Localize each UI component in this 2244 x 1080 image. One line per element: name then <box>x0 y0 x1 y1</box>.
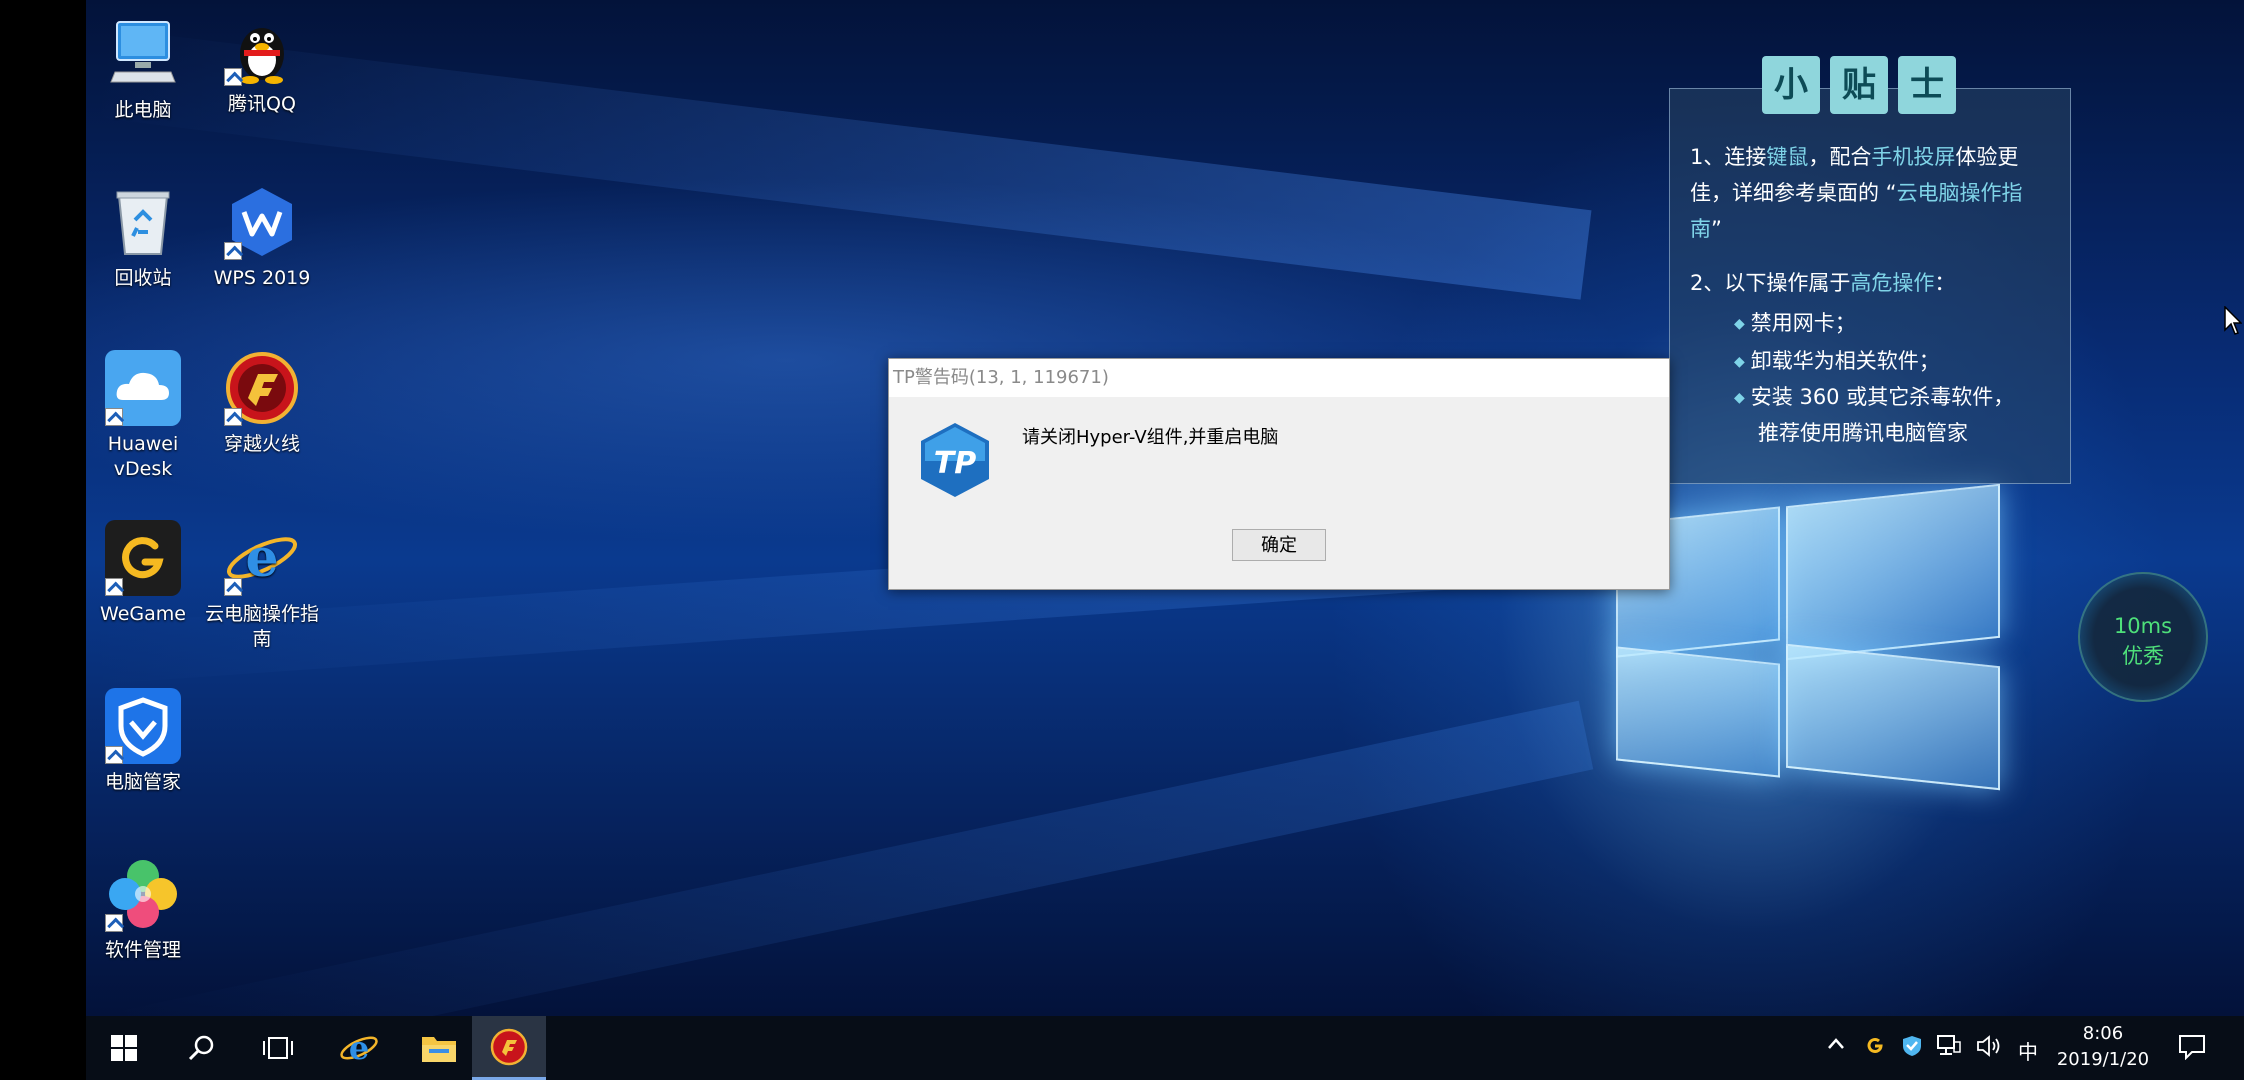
clock-time: 8:06 <box>2082 1023 2124 1044</box>
qq-penguin-icon <box>224 10 300 86</box>
shortcut-arrow-icon <box>224 242 242 260</box>
file-explorer-icon <box>422 1037 456 1062</box>
search-button[interactable] <box>182 1016 222 1080</box>
latency-widget[interactable]: 10ms 优秀 <box>2078 572 2208 702</box>
svg-text:e: e <box>245 528 278 589</box>
wegame-icon <box>1867 1038 1883 1053</box>
shortcut-arrow-icon <box>105 408 123 426</box>
tray-pc-manager[interactable] <box>1900 1034 1924 1063</box>
task-view-button[interactable] <box>256 1016 300 1080</box>
clover-icon <box>105 856 181 932</box>
desktop-icon-software-manager[interactable]: 软件管理 <box>84 856 202 963</box>
tray-volume[interactable] <box>1976 1034 2004 1063</box>
shield-icon <box>1903 1036 1921 1056</box>
shortcut-arrow-icon <box>105 914 123 932</box>
cloud-icon <box>105 350 181 426</box>
tray-wegame[interactable] <box>1864 1034 1886 1061</box>
show-hidden-icons-button[interactable] <box>1826 1034 1846 1059</box>
icon-label: 回收站 <box>114 267 172 289</box>
ie-icon: e <box>340 1029 378 1067</box>
tip-2: 2、以下操作属于高危操作： <box>1690 271 1956 295</box>
icon-label: 腾讯QQ <box>228 93 296 115</box>
icon-label: WPS 2019 <box>213 267 311 289</box>
ok-button[interactable]: 确定 <box>1232 529 1326 561</box>
shortcut-arrow-icon <box>105 746 123 764</box>
tray-network[interactable] <box>1936 1034 1962 1063</box>
speaker-icon <box>1977 1035 2000 1057</box>
network-icon <box>1937 1035 1961 1055</box>
desktop-icon-wps[interactable]: WPS 2019 <box>203 184 321 291</box>
shortcut-arrow-icon <box>224 68 242 86</box>
desktop-icon-cloud-guide[interactable]: e 云电脑操作指南 <box>203 520 321 652</box>
icon-label: 此电脑 <box>114 99 172 121</box>
clock[interactable]: 8:06 2019/1/20 <box>2054 1021 2152 1073</box>
wps-icon <box>224 184 300 260</box>
dialog-title[interactable]: TP警告码(13, 1, 119671) <box>889 359 1669 397</box>
shortcut-arrow-icon <box>224 408 242 426</box>
taskbar-ie[interactable]: e <box>330 1016 388 1080</box>
tip-bullet: ◆ 卸载华为相关软件； <box>1734 349 1940 373</box>
wegame-icon <box>105 520 181 596</box>
desktop-icon-huawei-vdesk[interactable]: Huawei vDesk <box>84 350 202 482</box>
search-icon <box>188 1035 214 1061</box>
notification-icon <box>2179 1035 2205 1061</box>
crossfire-icon <box>224 350 300 426</box>
computer-icon <box>105 16 181 92</box>
desktop-icon-crossfire[interactable]: 穿越火线 <box>203 350 321 457</box>
mouse-cursor-icon <box>2224 305 2243 340</box>
start-button[interactable] <box>104 1016 144 1080</box>
dialog-message: 请关闭Hyper-V组件,并重启电脑 <box>1022 427 1279 448</box>
shield-icon <box>105 688 181 764</box>
crossfire-icon <box>490 1028 528 1065</box>
light-beam <box>111 700 1594 1016</box>
svg-text:e: e <box>349 1029 369 1067</box>
desktop-icon-recycle-bin[interactable]: 回收站 <box>84 184 202 291</box>
svg-text:TP: TP <box>934 446 976 481</box>
ime-indicator[interactable]: 中 <box>2018 1036 2038 1065</box>
diamond-icon: ◆ <box>1734 316 1745 332</box>
tip-1: 1、连接键鼠，配合手机投屏体验更佳，详细参考桌面的 “云电脑操作指南” <box>1690 145 2023 241</box>
diamond-icon: ◆ <box>1734 390 1745 406</box>
icon-label: 穿越火线 <box>223 433 300 455</box>
taskbar-file-explorer[interactable] <box>410 1016 468 1080</box>
desktop-icon-pc-manager[interactable]: 电脑管家 <box>84 688 202 795</box>
icon-label: Huawei vDesk <box>107 433 179 480</box>
latency-value: 10ms <box>2113 614 2173 638</box>
icon-label: 云电脑操作指南 <box>204 603 319 650</box>
desktop-icon-qq[interactable]: 腾讯QQ <box>203 10 321 117</box>
action-center-button[interactable] <box>2178 1034 2206 1065</box>
tip-bullet: ◆ 禁用网卡； <box>1734 311 1856 335</box>
recycle-bin-icon <box>105 184 181 260</box>
tips-title: 小 贴 士 <box>1762 56 1956 114</box>
chevron-up-icon <box>1828 1038 1844 1049</box>
tp-logo-icon: TP <box>919 421 991 499</box>
latency-quality: 优秀 <box>2122 644 2164 668</box>
clock-date: 2019/1/20 <box>2056 1049 2150 1070</box>
tip-bullet-continued: 推荐使用腾讯电脑管家 <box>1758 421 1968 445</box>
desktop-icon-wegame[interactable]: WeGame <box>84 520 202 627</box>
task-view-icon <box>263 1037 293 1059</box>
warning-dialog: TP警告码(13, 1, 119671) TP 请关闭Hyper-V组件,并重启… <box>888 358 1670 590</box>
icon-label: 电脑管家 <box>104 771 181 793</box>
icon-label: 软件管理 <box>104 939 181 961</box>
tip-bullet: ◆ 安装 360 或其它杀毒软件， <box>1734 385 2015 409</box>
tips-panel: 1、连接键鼠，配合手机投屏体验更佳，详细参考桌面的 “云电脑操作指南” 2、以下… <box>1669 88 2071 484</box>
desktop-icon-this-pc[interactable]: 此电脑 <box>84 16 202 123</box>
start-icon <box>111 1035 137 1061</box>
taskbar-crossfire-active[interactable] <box>472 1016 546 1080</box>
ie-icon: e <box>224 520 300 596</box>
icon-label: WeGame <box>100 603 186 625</box>
shortcut-arrow-icon <box>105 578 123 596</box>
shortcut-arrow-icon <box>224 578 242 596</box>
diamond-icon: ◆ <box>1734 354 1745 370</box>
